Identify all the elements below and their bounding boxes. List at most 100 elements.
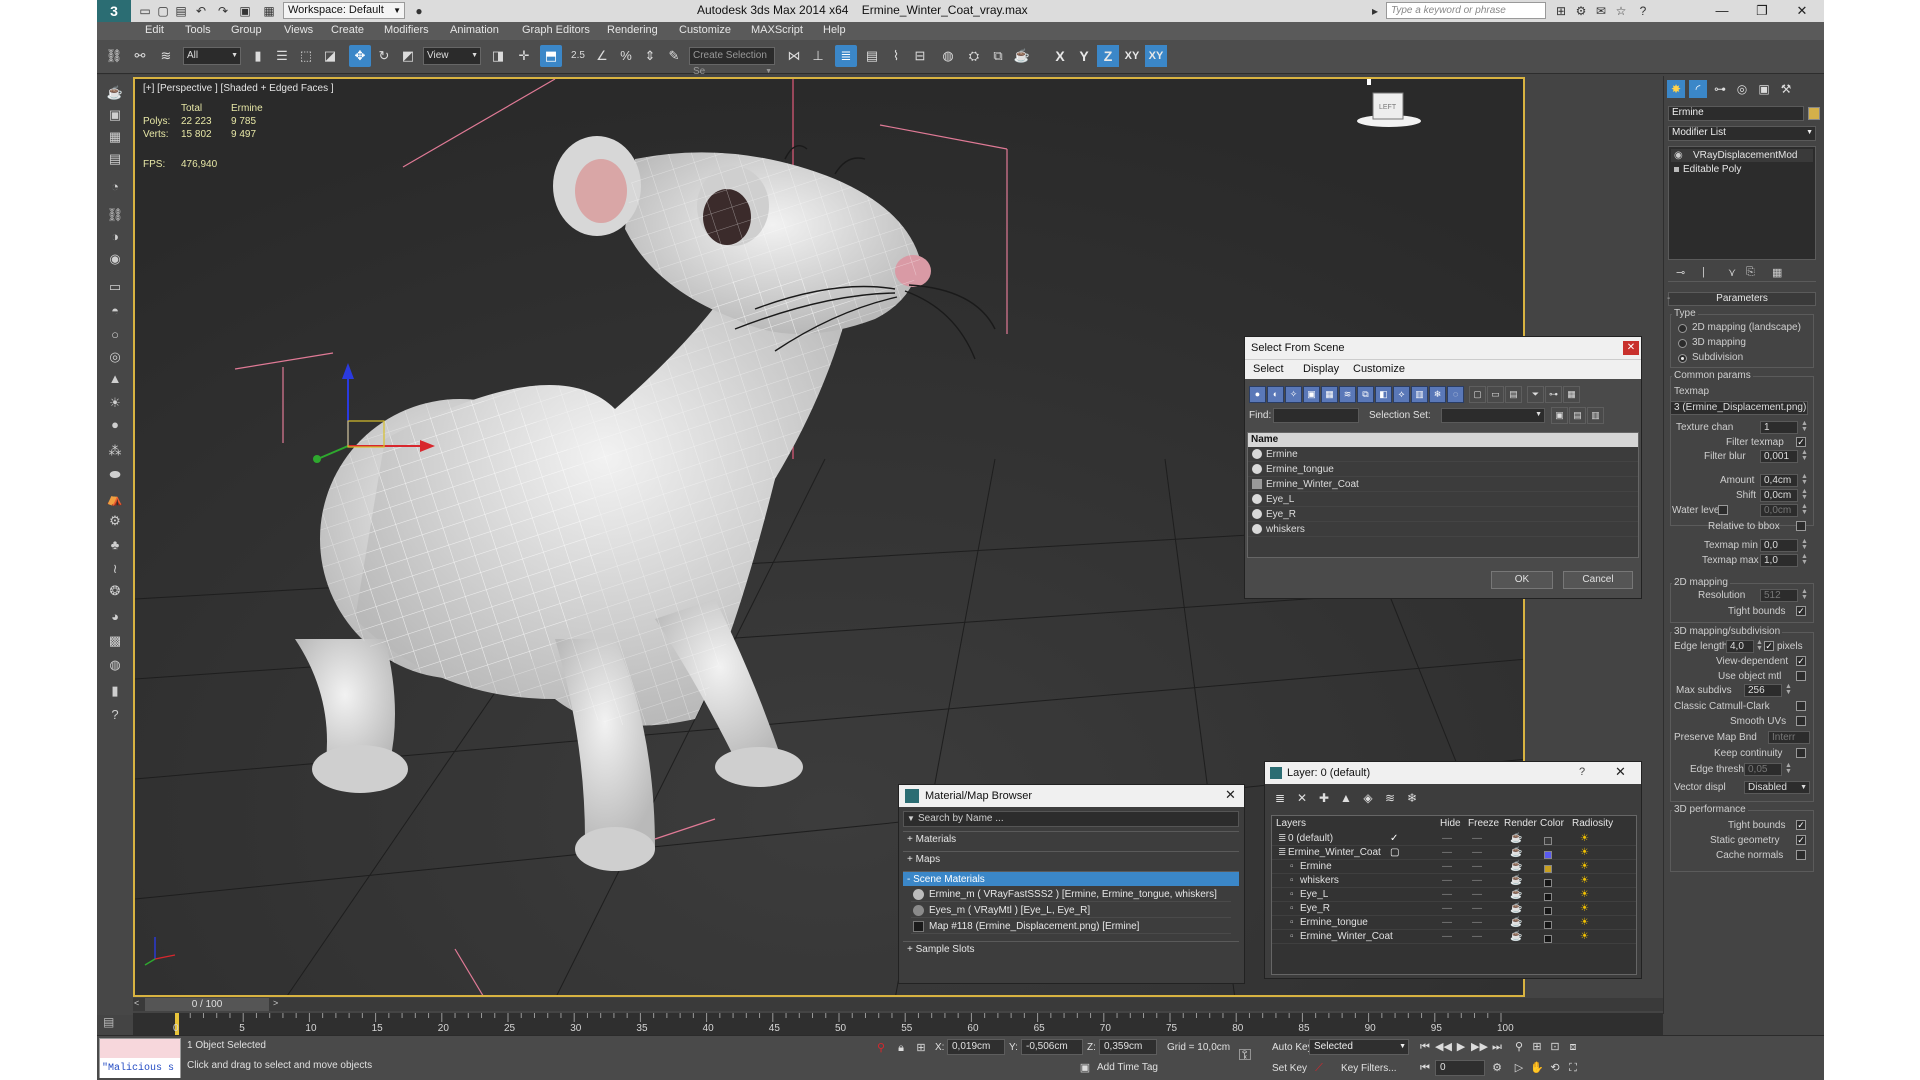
time-slider-next-icon[interactable]: > bbox=[273, 998, 278, 1008]
render-teapot-icon[interactable]: ☕ bbox=[1510, 902, 1522, 916]
keep-continuity-checkbox[interactable] bbox=[1796, 748, 1806, 758]
show-end-result-icon[interactable]: | bbox=[1702, 266, 1705, 278]
display-spacewarps-icon[interactable]: ≋ bbox=[1339, 386, 1356, 403]
help-icon[interactable]: ? bbox=[1635, 3, 1651, 19]
spinner-arrows-icon[interactable]: ▲ ▼ bbox=[1801, 588, 1808, 602]
add-to-layer-icon[interactable]: ✚ bbox=[1315, 789, 1333, 807]
column-header-layers[interactable]: Layers bbox=[1276, 818, 1306, 829]
list-item[interactable]: Eyes_m ( VRayMtl ) [Eye_L, Eye_R] bbox=[911, 903, 1231, 918]
layer-color-swatch[interactable] bbox=[1544, 893, 1552, 901]
spinner-arrows-icon[interactable]: ▲ ▼ bbox=[1801, 420, 1808, 434]
filter-icon[interactable]: ⏷ bbox=[1527, 386, 1544, 403]
hold-icon[interactable]: ▣ bbox=[237, 3, 253, 19]
go-to-start-icon[interactable]: ⏮ bbox=[1417, 1039, 1433, 1055]
radiosity-icon[interactable]: ☀ bbox=[1580, 888, 1589, 902]
menu-rendering[interactable]: Rendering bbox=[607, 24, 658, 36]
layer-name[interactable]: Ermine_Winter_Coat bbox=[1300, 930, 1393, 944]
render-teapot-icon[interactable]: ☕ bbox=[1510, 888, 1522, 902]
layer-row[interactable]: ▫ Ermine_tongue — — ☕ ☀ bbox=[1272, 916, 1636, 930]
rectangular-selection-icon[interactable]: ⬚ bbox=[295, 45, 317, 67]
unlink-icon[interactable]: ⚯ bbox=[129, 45, 151, 67]
tripod-icon[interactable]: ⛺ bbox=[104, 489, 126, 509]
hierarchy-icon[interactable]: ⊶ bbox=[1545, 386, 1562, 403]
edge-thresh-input[interactable]: 0,05 bbox=[1744, 763, 1782, 776]
display-cameras-icon[interactable]: ▣ bbox=[1303, 386, 1320, 403]
menu-help[interactable]: Help bbox=[823, 24, 846, 36]
render-icon[interactable]: ▩ bbox=[104, 631, 126, 651]
radio-2d-mapping[interactable] bbox=[1678, 324, 1687, 333]
spinner-snap-icon[interactable]: ⇕ bbox=[639, 45, 661, 67]
section-sample-slots[interactable]: + Sample Slots bbox=[903, 941, 1239, 956]
menu-display[interactable]: Display bbox=[1303, 363, 1339, 375]
layer-color-swatch[interactable] bbox=[1544, 921, 1552, 929]
delete-layer-icon[interactable]: ✕ bbox=[1293, 789, 1311, 807]
project-folder-icon[interactable]: ▦ bbox=[261, 3, 277, 19]
highlight-layer-icon[interactable]: ◈ bbox=[1359, 789, 1377, 807]
x-coord-input[interactable]: 0,019cm bbox=[947, 1039, 1005, 1055]
radiosity-icon[interactable]: ☀ bbox=[1580, 916, 1589, 930]
column-header-hide[interactable]: Hide bbox=[1440, 818, 1461, 829]
help-icon[interactable]: ? bbox=[1579, 766, 1585, 778]
key-filters-button[interactable]: Key Filters... bbox=[1341, 1063, 1397, 1074]
delete-selection-set-icon[interactable]: ▥ bbox=[1587, 407, 1604, 424]
list-item[interactable]: Ermine_Winter_Coat bbox=[1248, 477, 1638, 492]
layer-row[interactable]: ▫ whiskers — — ☕ ☀ bbox=[1272, 874, 1636, 888]
find-input[interactable] bbox=[1273, 408, 1359, 423]
rendered-frame-window-icon[interactable]: ⧉ bbox=[987, 45, 1009, 67]
hide-all-icon[interactable]: ≋ bbox=[1381, 789, 1399, 807]
angle-snap-icon[interactable]: ∠ bbox=[591, 45, 613, 67]
track-bar[interactable]: 0 5 10 15 20 25 30 35 40 45 50 55 60 65 70 75 80 85 90 95 10… bbox=[133, 1013, 1663, 1035]
edit-named-selection-icon[interactable]: ✎ bbox=[663, 45, 685, 67]
layer-color-swatch[interactable] bbox=[1544, 935, 1552, 943]
menu-group[interactable]: Group bbox=[231, 24, 262, 36]
hide-toggle[interactable]: — bbox=[1442, 916, 1452, 930]
static-geometry-checkbox[interactable]: ✓ bbox=[1796, 835, 1806, 845]
grid-icon[interactable]: ▦ bbox=[104, 127, 126, 147]
time-slider[interactable]: < 0 / 100 > bbox=[133, 998, 1663, 1011]
menu-customize[interactable]: Customize bbox=[1353, 363, 1405, 375]
help-search-input[interactable]: Type a keyword or phrase bbox=[1386, 2, 1546, 19]
percent-snap-icon[interactable]: % bbox=[615, 45, 637, 67]
spinner-arrows-icon[interactable]: ▲ ▼ bbox=[1785, 683, 1792, 697]
material-ball-icon[interactable]: ◕ bbox=[104, 607, 126, 627]
selection-lock-icon[interactable]: 🔒︎ bbox=[893, 1040, 909, 1056]
water-level-input[interactable]: 0,0cm bbox=[1760, 504, 1798, 517]
plant-icon[interactable]: ♣ bbox=[104, 535, 126, 555]
configure-sets-icon[interactable]: ▦ bbox=[1772, 266, 1782, 279]
teapot-icon[interactable]: ☕ bbox=[104, 83, 126, 103]
layer-name[interactable]: Ermine bbox=[1300, 860, 1332, 874]
view-dependent-checkbox[interactable]: ✓ bbox=[1796, 656, 1806, 666]
axis-y-button[interactable]: Y bbox=[1073, 45, 1095, 67]
column-header-color[interactable]: Color bbox=[1540, 818, 1564, 829]
relative-bbox-checkbox[interactable] bbox=[1796, 521, 1806, 531]
perf-tight-bounds-checkbox[interactable]: ✓ bbox=[1796, 820, 1806, 830]
close-icon[interactable]: ✕ bbox=[1225, 787, 1236, 803]
spinner-arrows-icon[interactable]: ▲ ▼ bbox=[1801, 503, 1808, 517]
y-coord-input[interactable]: -0,506cm bbox=[1021, 1039, 1083, 1055]
time-slider-prev-icon[interactable]: < bbox=[134, 998, 139, 1008]
radiosity-icon[interactable]: ☀ bbox=[1580, 930, 1589, 944]
smooth-uvs-checkbox[interactable] bbox=[1796, 716, 1806, 726]
go-to-end-icon[interactable]: ⏭ bbox=[1489, 1039, 1505, 1055]
previous-frame-icon[interactable]: ◀◀ bbox=[1435, 1039, 1452, 1055]
menu-create[interactable]: Create bbox=[331, 24, 364, 36]
zoom-extents-all-icon[interactable]: ⧈ bbox=[1565, 1039, 1581, 1055]
display-invert-icon[interactable]: ▤ bbox=[1505, 386, 1522, 403]
close-icon[interactable]: ✕ bbox=[1623, 341, 1639, 355]
active-layer-check-icon[interactable]: ✓ bbox=[1390, 832, 1398, 846]
rollout-parameters[interactable]: Parameters bbox=[1668, 292, 1816, 306]
select-and-rotate-icon[interactable]: ↻ bbox=[373, 45, 395, 67]
radio-subdivision[interactable] bbox=[1678, 354, 1687, 363]
render-teapot-icon[interactable]: ☕ bbox=[1510, 860, 1522, 874]
absolute-mode-icon[interactable]: ⊞ bbox=[913, 1040, 929, 1056]
gear-icon[interactable]: ⚙ bbox=[104, 511, 126, 531]
material-editor-icon[interactable]: ◍ bbox=[937, 45, 959, 67]
freeze-toggle[interactable]: — bbox=[1472, 930, 1482, 944]
display-hidden-icon[interactable]: ◌ bbox=[1447, 386, 1464, 403]
ok-button[interactable]: OK bbox=[1491, 571, 1553, 589]
collapse-box-icon[interactable] bbox=[1674, 167, 1679, 172]
set-key-icon[interactable]: ⟋ bbox=[1311, 1060, 1327, 1076]
menu-graph-editors[interactable]: Graph Editors bbox=[522, 24, 590, 36]
display-shapes-icon[interactable]: ◐ bbox=[1267, 386, 1284, 403]
radiosity-icon[interactable]: ☀ bbox=[1580, 860, 1589, 874]
